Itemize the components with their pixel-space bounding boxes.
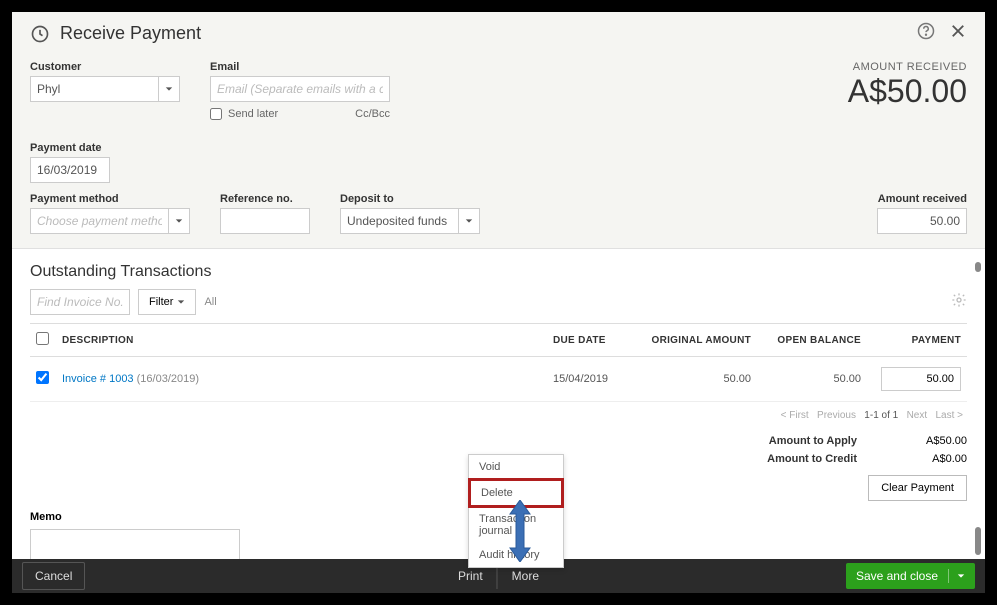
reference-no-label: Reference no. bbox=[220, 193, 310, 205]
page-title: Receive Payment bbox=[60, 23, 201, 44]
help-icon[interactable] bbox=[917, 22, 935, 45]
deposit-to-select[interactable] bbox=[340, 208, 458, 234]
payment-date-label: Payment date bbox=[30, 142, 967, 154]
save-dropdown-caret[interactable] bbox=[948, 569, 965, 583]
select-all-checkbox[interactable] bbox=[36, 332, 49, 345]
clear-payment-button[interactable]: Clear Payment bbox=[868, 475, 967, 501]
cell-open-balance: 50.00 bbox=[757, 357, 867, 402]
pager-last[interactable]: Last > bbox=[935, 410, 963, 421]
send-later-label: Send later bbox=[228, 108, 278, 120]
pager-range: 1-1 of 1 bbox=[864, 410, 898, 421]
pager-first[interactable]: < First bbox=[781, 410, 809, 421]
customer-label: Customer bbox=[30, 61, 180, 73]
email-label: Email bbox=[210, 61, 390, 73]
pager-previous[interactable]: Previous bbox=[817, 410, 856, 421]
save-and-close-button[interactable]: Save and close bbox=[846, 563, 975, 589]
payment-method-caret[interactable] bbox=[168, 208, 190, 234]
customer-select[interactable] bbox=[30, 76, 158, 102]
menu-void[interactable]: Void bbox=[469, 455, 563, 479]
memo-label: Memo bbox=[30, 511, 62, 523]
cell-original-amount: 50.00 bbox=[637, 357, 757, 402]
close-icon[interactable] bbox=[949, 22, 967, 45]
cell-due-date: 15/04/2019 bbox=[547, 357, 637, 402]
amount-received-field-label: Amount received bbox=[877, 193, 967, 205]
cancel-button[interactable]: Cancel bbox=[22, 562, 85, 590]
table-settings-gear-icon[interactable] bbox=[951, 292, 967, 313]
invoice-link[interactable]: Invoice # 1003 bbox=[62, 373, 134, 385]
pager-next[interactable]: Next bbox=[907, 410, 928, 421]
col-original-amount: ORIGINAL AMOUNT bbox=[637, 324, 757, 357]
amount-to-apply-value: A$50.00 bbox=[907, 435, 967, 447]
col-open-balance: OPEN BALANCE bbox=[757, 324, 867, 357]
amount-received-input[interactable] bbox=[877, 208, 967, 234]
row-checkbox[interactable] bbox=[36, 371, 49, 384]
amount-to-apply-label: Amount to Apply bbox=[769, 435, 857, 447]
deposit-to-caret[interactable] bbox=[458, 208, 480, 234]
amount-received-heading: AMOUNT RECEIVED bbox=[848, 61, 967, 73]
col-due-date: DUE DATE bbox=[547, 324, 637, 357]
outstanding-title: Outstanding Transactions bbox=[30, 263, 967, 281]
invoice-date: (16/03/2019) bbox=[137, 373, 199, 385]
pager: < First Previous 1-1 of 1 Next Last > bbox=[30, 402, 967, 429]
ccbcc-link[interactable]: Cc/Bcc bbox=[355, 108, 390, 120]
payment-date-field[interactable] bbox=[30, 157, 110, 183]
amount-received-value: A$50.00 bbox=[848, 73, 967, 110]
send-later-checkbox[interactable] bbox=[210, 108, 222, 120]
reference-no-field[interactable] bbox=[220, 208, 310, 234]
amount-to-credit-value: A$0.00 bbox=[907, 453, 967, 465]
col-description: DESCRIPTION bbox=[56, 324, 547, 357]
deposit-to-label: Deposit to bbox=[340, 193, 480, 205]
amount-to-credit-label: Amount to Credit bbox=[767, 453, 857, 465]
col-payment: PAYMENT bbox=[867, 324, 967, 357]
payment-input[interactable] bbox=[881, 367, 961, 391]
scrollbar[interactable] bbox=[975, 52, 981, 555]
email-field[interactable] bbox=[210, 76, 390, 102]
filter-all-label: All bbox=[204, 296, 216, 308]
filter-button[interactable]: Filter bbox=[138, 289, 196, 315]
payment-method-select[interactable] bbox=[30, 208, 168, 234]
payment-method-label: Payment method bbox=[30, 193, 190, 205]
customer-dropdown-caret[interactable] bbox=[158, 76, 180, 102]
annotation-arrow-icon bbox=[508, 500, 532, 567]
find-invoice-input[interactable] bbox=[30, 289, 130, 315]
table-row: Invoice # 1003 (16/03/2019) 15/04/2019 5… bbox=[30, 357, 967, 402]
receive-payment-icon bbox=[30, 24, 50, 44]
